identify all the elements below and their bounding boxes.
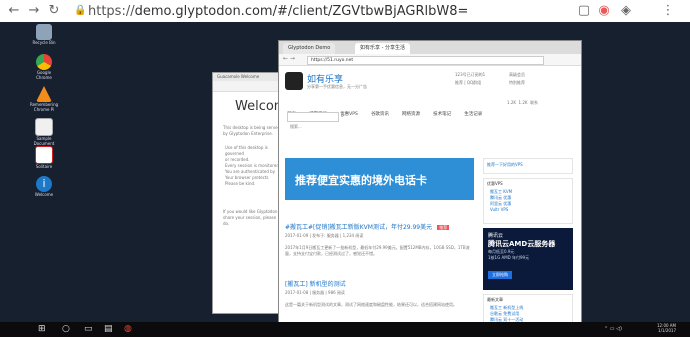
- side-box-title: 优惠VPS: [487, 181, 503, 186]
- search-input[interactable]: 搜索...: [287, 112, 339, 129]
- banner-text: 推荐便宜实惠的境外电话卡: [295, 174, 427, 187]
- clipboard-icon[interactable]: ▢: [576, 3, 592, 19]
- nav-stats: 1.2K 1.2K 联系: [507, 100, 538, 106]
- side-box-vps: 优惠VPS 搬瓦工 KVM 腾讯云 优惠 阿里云 优惠 Vultr VPS: [483, 178, 573, 224]
- extension-icon[interactable]: ◉: [596, 3, 612, 19]
- front-address-row: ← → https://51.ruyo.net: [279, 54, 581, 66]
- tab-ruyo[interactable]: 如有乐享 - 分享生活: [355, 43, 410, 54]
- ad-box[interactable]: 腾讯云 腾讯云AMD云服务器 每月低至0.9元 1核1G AMD 年付99元 立…: [483, 228, 573, 290]
- front-browser-window[interactable]: Glyptodon Demo 如有乐享 - 分享生活 ← → https://5…: [278, 40, 582, 328]
- site-subtitle: 分享第一手优惠信息，无一分广告: [307, 84, 367, 89]
- profile-icon[interactable]: ◈: [618, 3, 634, 19]
- post-body: 这是一篇关于新机型测试的文章，测试了网络速度和磁盘性能，结果还可以，适合搭建网站…: [285, 302, 457, 307]
- taskbar: ⊞ ○ ▭ ▤ ◍ ⌃ ▭ ◁) 12:00 AM 1/1/2017: [0, 322, 690, 337]
- header-info-3[interactable]: 推荐 | QQ群组: [455, 80, 481, 86]
- ad-button[interactable]: 立即抢购: [488, 271, 512, 279]
- start-icon[interactable]: ⊞: [38, 324, 46, 334]
- side-link[interactable]: Vultr VPS: [484, 207, 572, 213]
- post-2: [搬瓦工] 新机型的测试 2017-01-08 | 服务器 | 986 阅读 这…: [285, 271, 474, 308]
- vlc-icon[interactable]: Remembering Chrome Pi: [30, 86, 58, 112]
- banner[interactable]: 推荐便宜实惠的境外电话卡: [285, 158, 474, 200]
- recommend-badge: 推荐: [437, 225, 450, 230]
- ad-brand: 腾讯云: [488, 233, 504, 239]
- tray-icons[interactable]: ⌃ ▭ ◁): [604, 326, 622, 332]
- explorer-icon[interactable]: ▤: [104, 324, 113, 334]
- post-title[interactable]: [搬瓦工] 新机型的测试: [285, 281, 346, 288]
- chrome-icon[interactable]: Google Chrome: [30, 54, 58, 80]
- front-address-bar[interactable]: https://51.ruyo.net: [307, 56, 544, 65]
- host-browser-bar: ← → ↻ 🔒 https://demo.glyptodon.com/#/cli…: [0, 0, 690, 23]
- clock[interactable]: 12:00 AM 1/1/2017: [640, 323, 676, 333]
- site-logo-icon: [285, 72, 303, 90]
- header-info-1: 123号已订阅的1: [455, 72, 486, 77]
- tab-strip: Glyptodon Demo 如有乐享 - 分享生活: [279, 41, 581, 54]
- nav-notes[interactable]: 技术笔记: [433, 112, 451, 117]
- search-icon[interactable]: ⌕: [341, 112, 344, 120]
- ad-line: 1核1G AMD 年付99元: [488, 255, 530, 260]
- rss-count[interactable]: 1.2K: [507, 100, 516, 105]
- nav-google[interactable]: 谷歌资讯: [371, 112, 389, 117]
- header-info-4[interactable]: 特别推荐: [509, 80, 525, 86]
- recycle-bin-icon[interactable]: Recycle Bin: [30, 24, 58, 45]
- welcome-footer: If you would like Glyptodon to share you…: [223, 209, 283, 226]
- lock-icon: 🔒: [74, 5, 87, 16]
- forward-icon[interactable]: →: [26, 3, 42, 19]
- document-icon[interactable]: Sample Document: [30, 118, 58, 146]
- address-bar[interactable]: https://demo.glyptodon.com/#/client/ZGVt…: [88, 4, 468, 19]
- search-taskbar-icon[interactable]: ○: [62, 324, 70, 334]
- nav-arrows-icon[interactable]: ← →: [283, 55, 295, 62]
- side-box-title[interactable]: 推荐一下好用的VPS: [484, 159, 572, 171]
- chrome-taskbar-icon[interactable]: ◍: [124, 324, 132, 334]
- reload-icon[interactable]: ↻: [46, 3, 62, 19]
- nav-life[interactable]: 生活记录: [464, 112, 482, 117]
- taskview-icon[interactable]: ▭: [84, 324, 93, 334]
- welcome-bullet: Please be kind.: [225, 181, 256, 186]
- post-body: 2017年1月9日搬瓦工更新了一批新机型，最低年付29.99美元，配置512MB…: [285, 245, 470, 256]
- tab-glyptodon[interactable]: Glyptodon Demo: [283, 43, 336, 54]
- post-title[interactable]: #搬瓦工#[促销]搬瓦工新版KVM测试，年付29.99美元: [285, 224, 432, 231]
- fav-count[interactable]: 1.2K: [519, 100, 528, 105]
- nav-resources[interactable]: 网络资源: [402, 112, 420, 117]
- back-icon[interactable]: ←: [6, 3, 22, 19]
- info-icon[interactable]: i Welcome: [30, 176, 58, 197]
- side-box-title: 最新文章: [487, 297, 503, 302]
- menu-icon[interactable]: ⋮: [660, 3, 676, 19]
- welcome-bullet: Use of this desktop is governed: [225, 145, 268, 156]
- contact-link[interactable]: 联系: [530, 100, 538, 105]
- side-box-recommend[interactable]: 推荐一下好用的VPS: [483, 158, 573, 174]
- welcome-paragraph: This desktop is being served by Glyptodo…: [223, 125, 281, 136]
- post-1: #搬瓦工#[促销]搬瓦工新版KVM测试，年付29.99美元 推荐 2017-01…: [285, 214, 474, 257]
- post-meta: 2017-01-08 | 服务器 | 986 阅读: [285, 290, 345, 295]
- post-meta: 2017-01-09 | 发布于: 服务器 | 1,234 阅读: [285, 233, 364, 238]
- ad-headline: 腾讯云AMD云服务器: [488, 240, 556, 248]
- header-info-2[interactable]: 高级会员: [509, 72, 525, 78]
- solitaire-icon[interactable]: Solitaire: [30, 146, 58, 169]
